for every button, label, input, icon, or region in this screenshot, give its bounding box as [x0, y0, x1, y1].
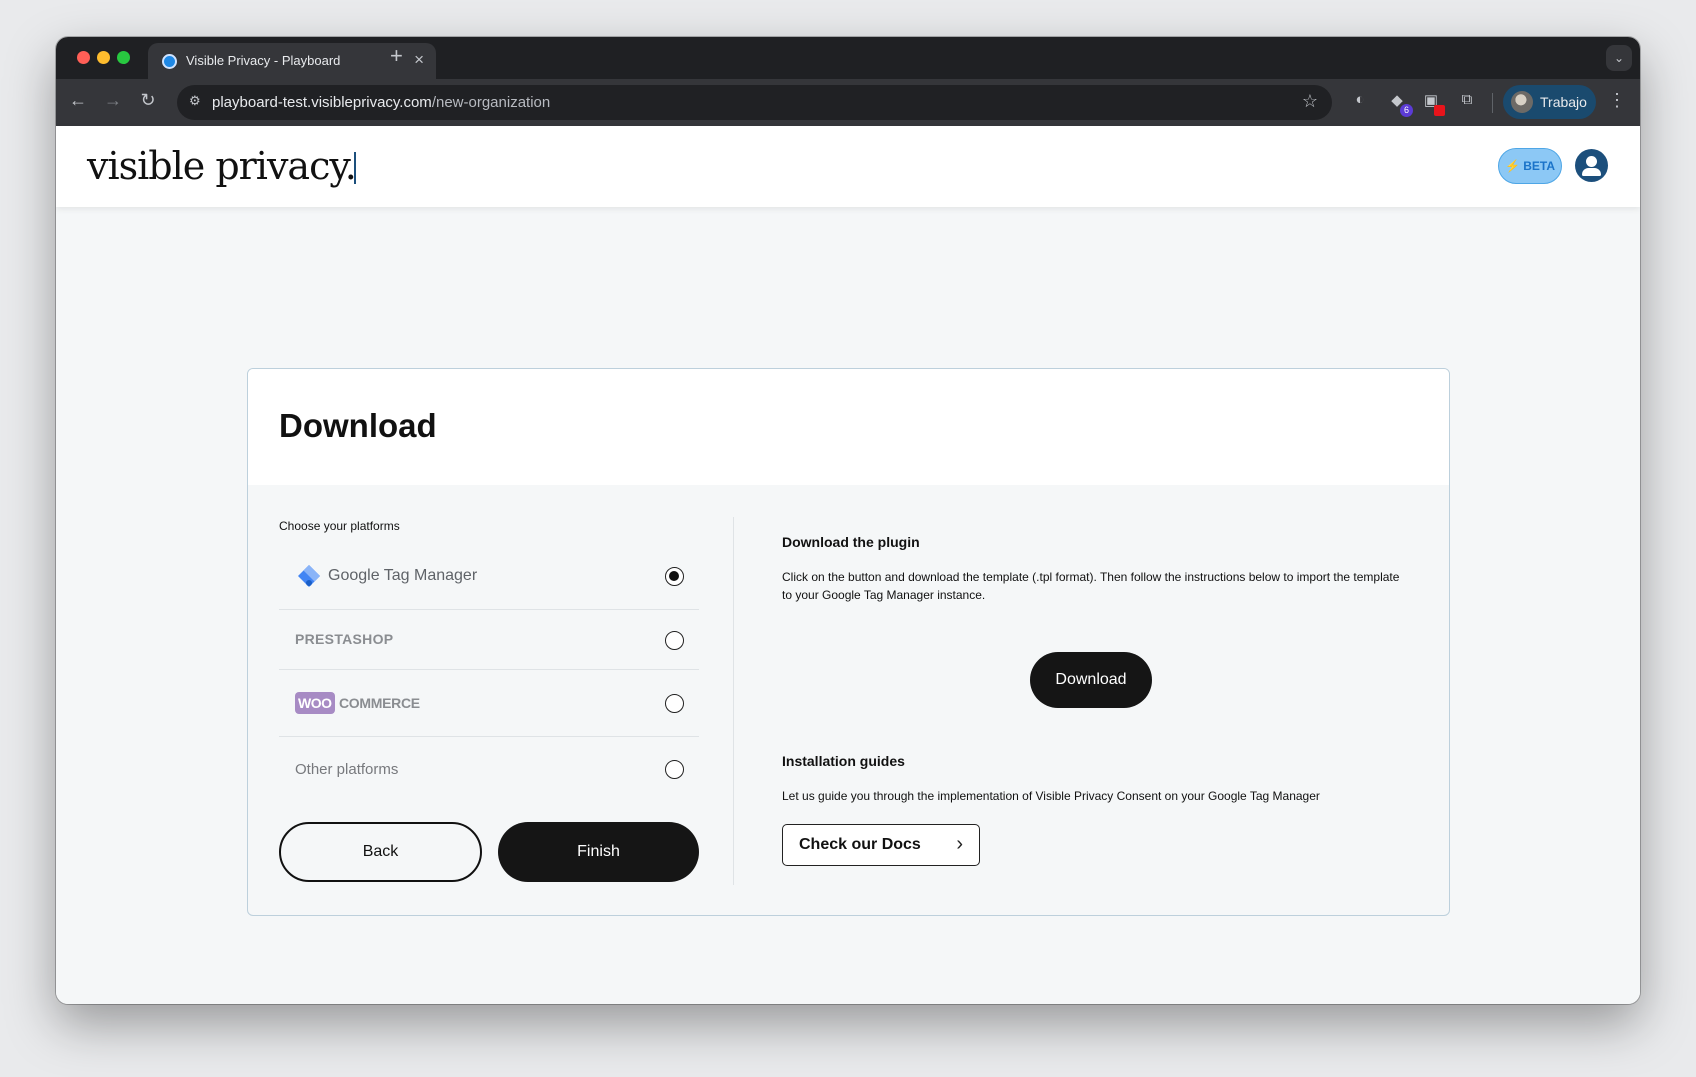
- star-icon[interactable]: ☆: [1302, 91, 1318, 112]
- address-bar[interactable]: ⚙ playboard-test.visibleprivacy.com/new-…: [177, 85, 1332, 120]
- url-text[interactable]: playboard-test.visibleprivacy.com/new-or…: [212, 94, 550, 111]
- tab-search-button[interactable]: ⌄: [1606, 45, 1632, 71]
- radio-woocommerce[interactable]: [665, 694, 684, 713]
- toolbar-separator: [1492, 93, 1493, 113]
- logo-divider: [354, 152, 356, 184]
- radio-prestashop[interactable]: [665, 631, 684, 650]
- chevron-right-icon: ›: [956, 833, 963, 855]
- tab-title: Visible Privacy - Playboard: [186, 53, 341, 68]
- download-card: Download Choose your platforms Google Ta…: [247, 368, 1450, 916]
- extension-status-icon: [1434, 105, 1445, 116]
- platform-label: PRESTASHOP: [295, 631, 394, 647]
- beta-badge[interactable]: ⚡ BETA: [1498, 148, 1562, 184]
- extension-icon[interactable]: ◐: [1349, 91, 1371, 113]
- radio-gtm[interactable]: [665, 567, 684, 586]
- puzzle-icon[interactable]: ⧉: [1456, 91, 1478, 113]
- profile-label: Trabajo: [1540, 94, 1587, 110]
- google-tag-manager-icon: [298, 565, 320, 587]
- user-menu-button[interactable]: [1575, 149, 1608, 182]
- platform-option-woocommerce[interactable]: WOO COMMERCE: [279, 670, 699, 737]
- url-host: playboard-test.visibleprivacy.com: [212, 94, 432, 111]
- check-docs-label: Check our Docs: [799, 836, 921, 853]
- minimize-window-button[interactable]: [97, 51, 110, 64]
- user-icon: [1586, 156, 1597, 167]
- choose-platforms-label: Choose your platforms: [279, 519, 400, 533]
- tab-close-icon[interactable]: ×: [414, 50, 424, 70]
- column-divider: [733, 517, 734, 885]
- card-header: Download: [248, 369, 1449, 485]
- installation-guides-description: Let us guide you through the implementat…: [782, 789, 1320, 803]
- tab-strip: Visible Privacy - Playboard × + ⌄: [56, 37, 1640, 79]
- back-arrow-icon[interactable]: ←: [66, 90, 90, 111]
- finish-button[interactable]: Finish: [498, 822, 699, 882]
- favicon-icon: [162, 54, 177, 69]
- browser-window: Visible Privacy - Playboard × + ⌄ ← → ↻ …: [56, 37, 1640, 1004]
- download-button[interactable]: Download: [1030, 652, 1152, 708]
- new-tab-button[interactable]: +: [390, 43, 403, 69]
- reload-icon[interactable]: ↻: [136, 90, 160, 111]
- platform-option-other[interactable]: Other platforms: [279, 737, 699, 803]
- extension-badge: 6: [1400, 104, 1413, 117]
- platform-option-prestashop[interactable]: PRESTASHOP: [279, 610, 699, 670]
- url-path: /new-organization: [431, 94, 551, 111]
- user-icon-body: [1582, 168, 1601, 176]
- platform-label: Google Tag Manager: [328, 567, 478, 584]
- avatar: [1511, 91, 1533, 113]
- page-content: visible privacy. ⚡ BETA Download Choose …: [56, 126, 1640, 1004]
- woocommerce-logo: WOO: [295, 692, 335, 714]
- platform-label: Other platforms: [295, 761, 399, 778]
- browser-toolbar: ← → ↻ ⚙ playboard-test.visibleprivacy.co…: [56, 79, 1640, 126]
- download-plugin-heading: Download the plugin: [782, 534, 920, 550]
- extension-icon[interactable]: ▣: [1420, 91, 1445, 116]
- installation-guides-heading: Installation guides: [782, 753, 905, 769]
- zoom-window-button[interactable]: [117, 51, 130, 64]
- page-title: Download: [279, 407, 437, 444]
- check-docs-button[interactable]: Check our Docs ›: [782, 824, 980, 866]
- back-button[interactable]: Back: [279, 822, 482, 882]
- site-info-icon[interactable]: ⚙: [189, 93, 201, 109]
- extension-icon[interactable]: ◆ 6: [1386, 91, 1413, 117]
- app-header: visible privacy. ⚡ BETA: [56, 126, 1640, 207]
- platform-label: COMMERCE: [339, 695, 420, 711]
- more-vert-icon[interactable]: ⋮: [1608, 90, 1626, 111]
- logo[interactable]: visible privacy.: [87, 144, 357, 188]
- radio-other[interactable]: [665, 760, 684, 779]
- download-plugin-description: Click on the button and download the tem…: [782, 570, 1400, 602]
- forward-arrow-icon[interactable]: →: [101, 90, 125, 111]
- platform-option-gtm[interactable]: Google Tag Manager: [279, 544, 699, 610]
- close-window-button[interactable]: [77, 51, 90, 64]
- profile-button[interactable]: Trabajo: [1503, 85, 1596, 119]
